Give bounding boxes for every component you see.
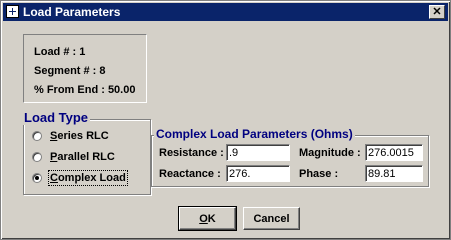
close-button[interactable]: ✕ <box>429 5 445 19</box>
reactance-input[interactable] <box>226 165 290 182</box>
load-type-group: Load Type Series RLC Parallel RLC Comple… <box>22 110 151 195</box>
complex-load-option[interactable]: Complex Load <box>32 170 128 186</box>
magnitude-label: Magnitude : <box>299 147 361 159</box>
series-rlc-radio[interactable] <box>32 131 42 141</box>
resistance-input[interactable] <box>226 144 290 161</box>
load-parameters-dialog: Load Parameters ✕ Load # : 1 Segment # :… <box>0 0 451 240</box>
series-rlc-label: Series RLC <box>50 130 109 142</box>
parallel-rlc-label: Parallel RLC <box>50 151 115 163</box>
title-bar[interactable]: Load Parameters ✕ <box>3 3 448 21</box>
complex-load-group: Complex Load Parameters (Ohms) Resistanc… <box>151 127 429 187</box>
phase-input[interactable] <box>365 165 423 182</box>
complex-load-radio[interactable] <box>32 173 42 183</box>
phase-label: Phase : <box>299 168 339 180</box>
window-title: Load Parameters <box>23 5 121 19</box>
ok-button[interactable]: OK <box>178 206 237 231</box>
parallel-rlc-radio[interactable] <box>32 152 42 162</box>
load-number: Load # : 1 <box>34 46 86 58</box>
parallel-rlc-option[interactable]: Parallel RLC <box>32 150 115 164</box>
complex-load-title: Complex Load Parameters (Ohms) <box>154 127 355 141</box>
close-icon: ✕ <box>432 6 442 18</box>
resistance-label: Resistance : <box>159 147 224 159</box>
segment-end: Segment # : 8 <box>34 65 106 77</box>
reactance-label: Reactance : <box>159 168 221 180</box>
complex-load-label: Complex Load <box>48 170 128 186</box>
cancel-button[interactable]: Cancel <box>243 207 300 230</box>
percent-from-end: % From End : 50.00 <box>34 84 136 96</box>
load-info-panel: Load # : 1 Segment # : 8 % From End : 50… <box>23 34 147 103</box>
magnitude-input[interactable] <box>365 144 423 161</box>
load-type-title: Load Type <box>22 110 91 125</box>
app-icon <box>6 5 19 18</box>
series-rlc-option[interactable]: Series RLC <box>32 129 109 143</box>
